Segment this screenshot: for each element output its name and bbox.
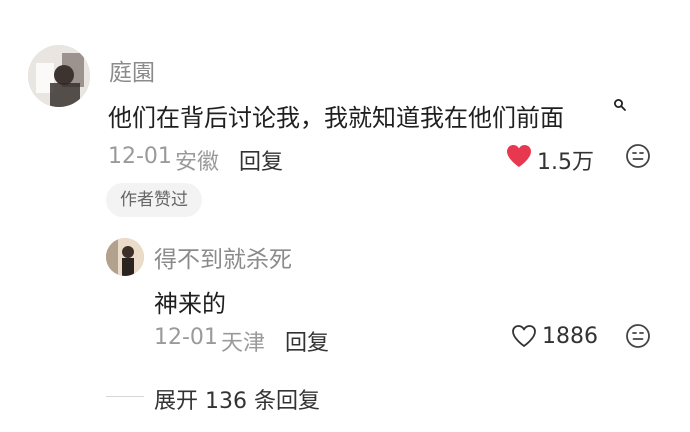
reply-button[interactable]: 回复 [285, 325, 329, 357]
reply-date: 12-01 [154, 325, 218, 350]
avatar[interactable] [106, 238, 144, 276]
search-icon[interactable] [612, 97, 628, 113]
author-liked-badge: 作者赞过 [106, 183, 202, 217]
like-count: 1886 [542, 324, 598, 349]
comment-author[interactable]: 庭園 [109, 53, 155, 87]
expand-replies-button[interactable]: 展开 136 条回复 [154, 383, 320, 415]
comment-date: 12-01 [108, 144, 172, 169]
heart-filled-icon[interactable] [505, 143, 533, 169]
avatar[interactable] [28, 45, 90, 107]
comment-location: 安徽 [175, 150, 220, 175]
like-count: 1.5万 [537, 150, 594, 175]
reply-button[interactable]: 回复 [239, 144, 283, 176]
divider [106, 396, 144, 397]
emoji-icon[interactable] [624, 142, 652, 170]
reply-location: 天津 [221, 331, 266, 356]
reply-author[interactable]: 得不到就杀死 [154, 240, 292, 274]
heart-outline-icon[interactable] [510, 323, 538, 349]
reply-text: 神来的 [154, 290, 226, 318]
emoji-icon[interactable] [624, 322, 652, 350]
comment-text: 他们在背后讨论我，我就知道我在他们前面 [108, 104, 564, 132]
